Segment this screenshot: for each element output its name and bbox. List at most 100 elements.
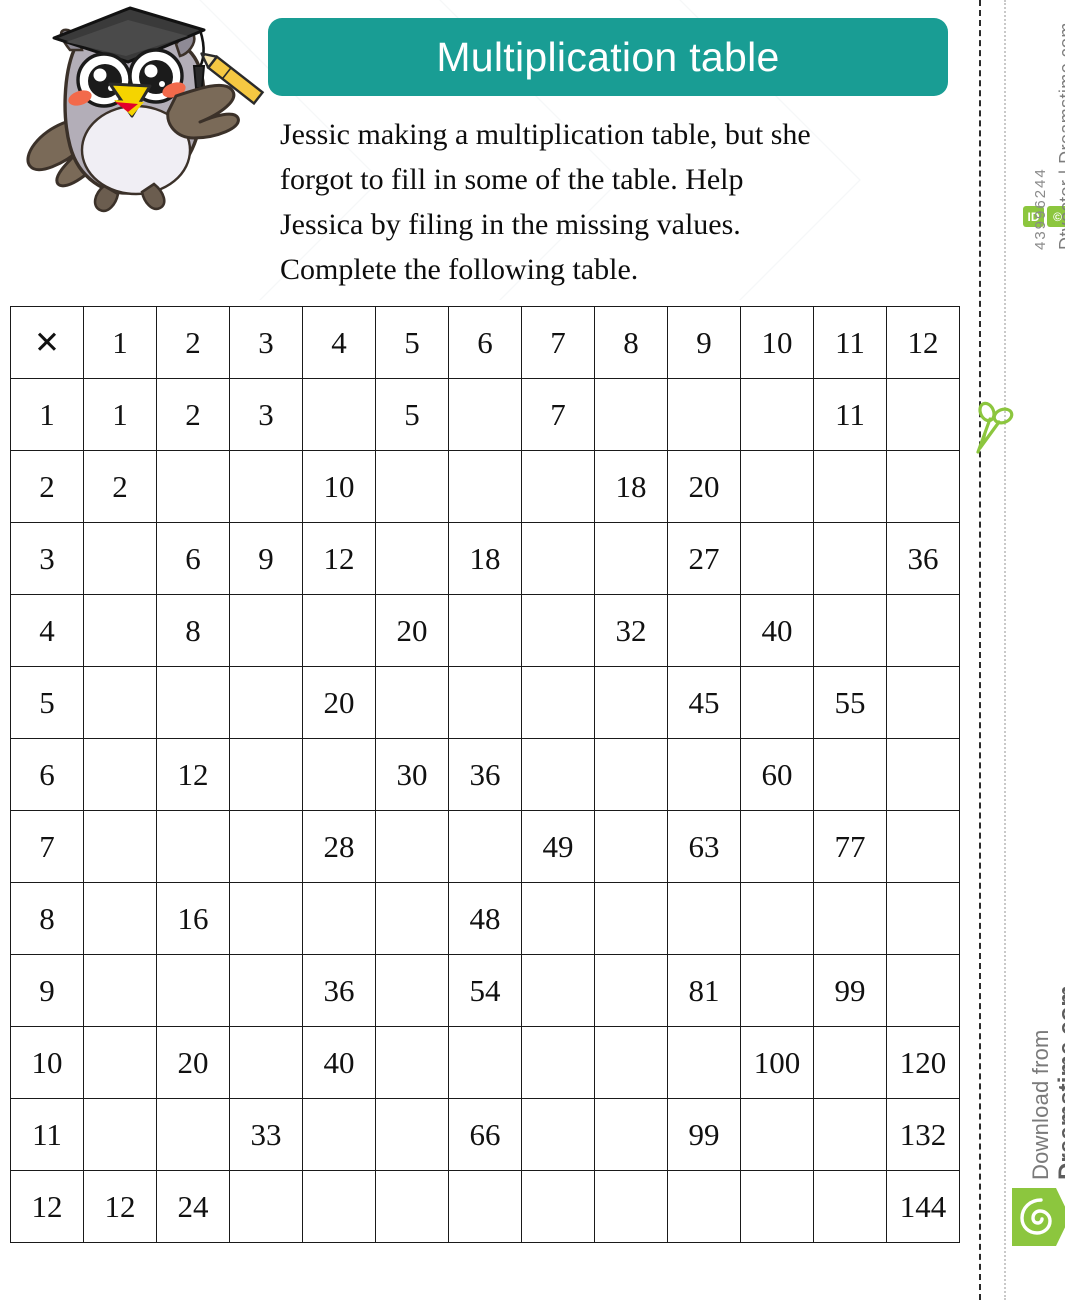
table-cell-blank[interactable] — [302, 594, 376, 667]
table-cell-blank[interactable] — [521, 1170, 595, 1243]
table-cell-blank[interactable] — [667, 1170, 741, 1243]
table-cell-blank[interactable] — [594, 810, 668, 883]
table-cell-blank[interactable] — [886, 882, 960, 955]
table-cell-blank[interactable] — [448, 450, 522, 523]
table-cell-blank[interactable] — [740, 1098, 814, 1171]
table-cell-blank[interactable] — [302, 378, 376, 451]
table-cell-blank[interactable] — [229, 882, 303, 955]
table-cell-blank[interactable] — [813, 450, 887, 523]
table-cell-blank[interactable] — [521, 738, 595, 811]
table-cell-blank[interactable] — [740, 954, 814, 1027]
column-header: 11 — [813, 306, 887, 379]
table-cell-blank[interactable] — [594, 882, 668, 955]
table-cell-blank[interactable] — [83, 1026, 157, 1099]
table-cell-blank[interactable] — [302, 1098, 376, 1171]
table-cell-blank[interactable] — [448, 378, 522, 451]
brand-label: Dreamstime.com — [1054, 985, 1065, 1180]
table-cell-blank[interactable] — [886, 954, 960, 1027]
table-cell-blank[interactable] — [83, 954, 157, 1027]
table-cell-blank[interactable] — [813, 522, 887, 595]
table-cell-blank[interactable] — [229, 738, 303, 811]
table-cell-blank[interactable] — [229, 1026, 303, 1099]
table-cell-blank[interactable] — [667, 882, 741, 955]
table-cell-blank[interactable] — [229, 666, 303, 739]
table-cell-blank[interactable] — [375, 882, 449, 955]
table-cell-blank[interactable] — [740, 666, 814, 739]
table-cell-blank[interactable] — [813, 594, 887, 667]
table-cell-blank[interactable] — [813, 1170, 887, 1243]
table-cell-blank[interactable] — [302, 1170, 376, 1243]
table-cell-blank[interactable] — [156, 666, 230, 739]
table-cell-blank[interactable] — [813, 882, 887, 955]
table-cell-blank[interactable] — [83, 594, 157, 667]
table-cell-blank[interactable] — [594, 378, 668, 451]
table-cell-blank[interactable] — [229, 594, 303, 667]
table-cell-blank[interactable] — [886, 666, 960, 739]
table-cell-blank[interactable] — [83, 522, 157, 595]
table-cell-blank[interactable] — [375, 1098, 449, 1171]
table-cell-blank[interactable] — [229, 1170, 303, 1243]
table-cell-blank[interactable] — [156, 810, 230, 883]
table-cell-blank[interactable] — [886, 378, 960, 451]
table-cell-blank[interactable] — [594, 522, 668, 595]
table-row: 9 36 54 81 99 — [10, 954, 960, 1027]
table-cell-blank[interactable] — [521, 594, 595, 667]
table-cell-blank[interactable] — [156, 1098, 230, 1171]
table-cell-blank[interactable] — [886, 450, 960, 523]
table-cell-blank[interactable] — [375, 522, 449, 595]
table-cell-blank[interactable] — [594, 1098, 668, 1171]
table-cell-blank[interactable] — [740, 378, 814, 451]
table-cell-blank[interactable] — [302, 738, 376, 811]
table-cell-blank[interactable] — [375, 1170, 449, 1243]
table-cell-blank[interactable] — [229, 450, 303, 523]
table-cell-blank[interactable] — [740, 882, 814, 955]
table-cell-blank[interactable] — [375, 450, 449, 523]
table-cell-blank[interactable] — [375, 954, 449, 1027]
table-cell-blank[interactable] — [302, 882, 376, 955]
table-cell-blank[interactable] — [813, 738, 887, 811]
table-cell-blank[interactable] — [813, 1026, 887, 1099]
table-cell-blank[interactable] — [667, 738, 741, 811]
table-cell-blank[interactable] — [448, 594, 522, 667]
table-cell-blank[interactable] — [667, 1026, 741, 1099]
table-cell-blank[interactable] — [156, 954, 230, 1027]
table-cell-blank[interactable] — [667, 378, 741, 451]
table-cell-blank[interactable] — [375, 666, 449, 739]
table-cell-blank[interactable] — [594, 666, 668, 739]
table-cell-blank[interactable] — [448, 1170, 522, 1243]
table-cell-blank[interactable] — [521, 450, 595, 523]
table-cell-filled: 27 — [667, 522, 741, 595]
table-cell-blank[interactable] — [448, 666, 522, 739]
table-cell-blank[interactable] — [886, 738, 960, 811]
table-cell-blank[interactable] — [448, 1026, 522, 1099]
table-cell-blank[interactable] — [521, 954, 595, 1027]
table-cell-blank[interactable] — [83, 666, 157, 739]
table-cell-blank[interactable] — [521, 882, 595, 955]
table-cell-blank[interactable] — [667, 594, 741, 667]
table-cell-blank[interactable] — [521, 522, 595, 595]
table-cell-blank[interactable] — [594, 1026, 668, 1099]
table-cell-blank[interactable] — [83, 810, 157, 883]
table-cell-blank[interactable] — [521, 666, 595, 739]
table-cell-blank[interactable] — [740, 1170, 814, 1243]
table-cell-blank[interactable] — [156, 450, 230, 523]
table-cell-blank[interactable] — [813, 1098, 887, 1171]
table-cell-blank[interactable] — [740, 450, 814, 523]
table-cell-blank[interactable] — [375, 1026, 449, 1099]
table-cell-blank[interactable] — [594, 1170, 668, 1243]
table-cell-blank[interactable] — [594, 738, 668, 811]
table-cell-blank[interactable] — [229, 954, 303, 1027]
table-cell-blank[interactable] — [375, 810, 449, 883]
table-cell-blank[interactable] — [740, 522, 814, 595]
table-cell-blank[interactable] — [83, 882, 157, 955]
table-cell-blank[interactable] — [521, 1098, 595, 1171]
table-cell-blank[interactable] — [521, 1026, 595, 1099]
table-cell-blank[interactable] — [886, 810, 960, 883]
table-cell-blank[interactable] — [594, 954, 668, 1027]
table-cell-blank[interactable] — [886, 594, 960, 667]
table-cell-blank[interactable] — [740, 810, 814, 883]
table-cell-blank[interactable] — [83, 738, 157, 811]
table-cell-blank[interactable] — [448, 810, 522, 883]
table-cell-blank[interactable] — [83, 1098, 157, 1171]
table-cell-blank[interactable] — [229, 810, 303, 883]
